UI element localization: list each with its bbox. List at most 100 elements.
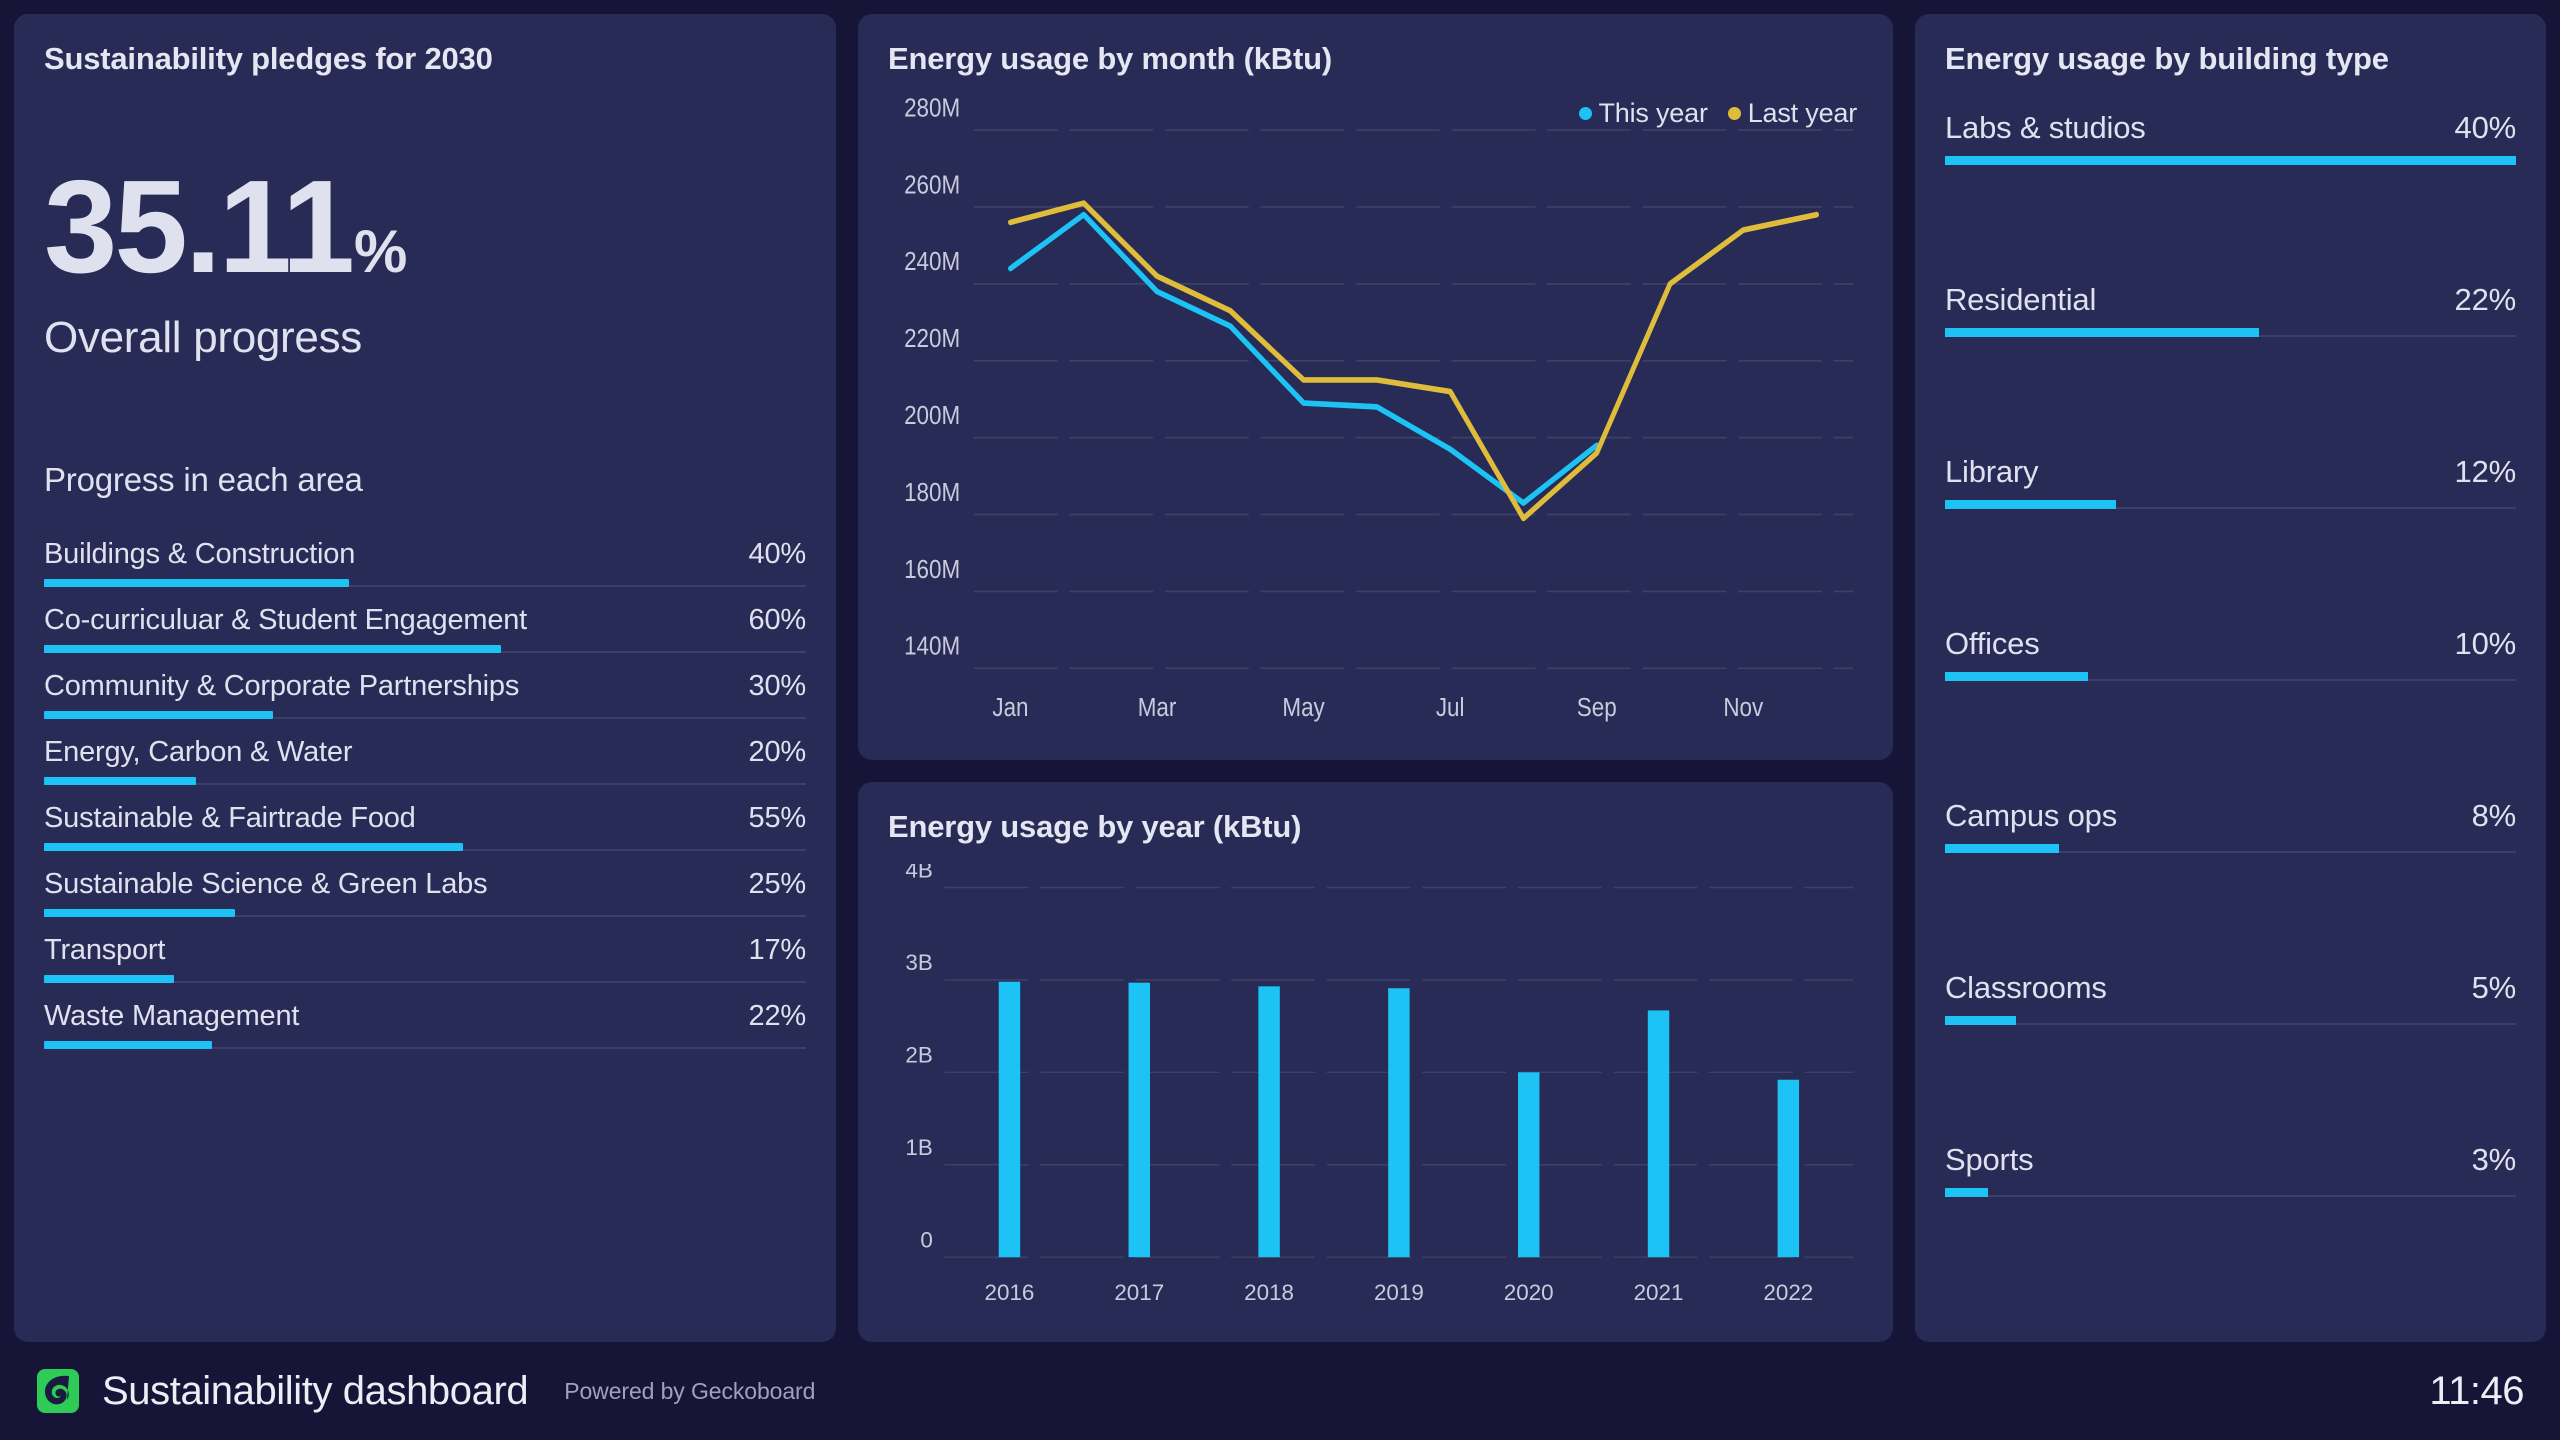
building-type-bar-track	[1945, 1016, 2516, 1025]
building-type-percent: 5%	[2472, 970, 2516, 1006]
x-axis-tick-label: Sep	[1577, 694, 1617, 723]
energy-by-year-chart: 01B2B3B4B2016201720182019202020212022	[888, 864, 1863, 1314]
pledge-row-head: Buildings & Construction40%	[44, 538, 806, 579]
progress-section-label: Progress in each area	[44, 461, 806, 499]
pledge-progress-fill	[44, 777, 196, 785]
pledge-percent: 40%	[749, 538, 806, 571]
pledge-label: Energy, Carbon & Water	[44, 736, 352, 769]
building-type-percent: 10%	[2455, 626, 2516, 662]
building-type-row: Campus ops 8%	[1945, 798, 2516, 970]
building-type-row: Sports3%	[1945, 1142, 2516, 1314]
page-title: Sustainability pledges for 2030	[44, 42, 806, 76]
pledge-row: Community & Corporate Partnerships30%	[44, 653, 806, 719]
y-axis-tick-label: 140M	[904, 632, 960, 661]
pledge-percent: 17%	[749, 934, 806, 967]
dashboard-footer: Sustainability dashboard Powered by Geck…	[14, 1342, 2546, 1440]
pledge-row: Co-curriculuar & Student Engagement 60%	[44, 587, 806, 653]
pledge-progress-fill	[44, 909, 235, 917]
building-type-label: Library	[1945, 454, 2038, 490]
building-type-percent: 22%	[2455, 282, 2516, 318]
bar	[999, 982, 1020, 1257]
building-type-percent: 40%	[2455, 110, 2516, 146]
x-axis-tick-label: 2018	[1244, 1280, 1294, 1305]
pledge-row-head: Waste Management22%	[44, 1000, 806, 1041]
y-axis-tick-label: 260M	[904, 171, 960, 200]
y-axis-tick-label: 180M	[904, 478, 960, 507]
building-type-percent: 12%	[2455, 454, 2516, 490]
pledge-label: Transport	[44, 934, 165, 967]
footer-clock: 11:46	[2429, 1369, 2524, 1414]
pledge-row: Energy, Carbon & Water 20%	[44, 719, 806, 785]
building-type-bar-track	[1945, 1188, 2516, 1197]
building-type-label: Campus ops	[1945, 798, 2117, 834]
x-axis-tick-label: Nov	[1723, 694, 1764, 723]
dashboard-root: Sustainability pledges for 2030 35.11 % …	[0, 0, 2560, 1440]
geckoboard-logo-icon	[34, 1367, 82, 1415]
y-axis-tick-label: 160M	[904, 555, 960, 584]
pledge-progress-track	[44, 975, 806, 983]
energy-by-building-type-card: Energy usage by building type Labs & stu…	[1915, 14, 2546, 1342]
pledge-percent: 55%	[749, 802, 806, 835]
pledge-label: Sustainable Science & Green Labs	[44, 868, 487, 901]
overall-progress-caption: Overall progress	[44, 313, 806, 363]
y-axis-tick-label: 240M	[904, 248, 960, 277]
pledge-progress-fill	[44, 579, 349, 587]
x-axis-tick-label: 2022	[1763, 1280, 1813, 1305]
pledge-progress-fill	[44, 843, 463, 851]
y-axis-tick-label: 200M	[904, 402, 960, 431]
bar	[1518, 1072, 1539, 1257]
pledge-label: Co-curriculuar & Student Engagement	[44, 604, 527, 637]
pledge-progress-track	[44, 843, 806, 851]
pledge-row: Sustainable Science & Green Labs25%	[44, 851, 806, 917]
building-type-row-head: Campus ops 8%	[1945, 798, 2516, 844]
pledge-progress-track	[44, 777, 806, 785]
line-chart-svg: 140M160M180M200M220M240M260M280MJanMarMa…	[888, 96, 1863, 732]
y-axis-tick-label: 0	[920, 1227, 932, 1252]
pledge-progress-track	[44, 711, 806, 719]
building-type-percent: 8%	[2472, 798, 2516, 834]
pledge-progress-track	[44, 1041, 806, 1049]
legend-color-dot	[1728, 107, 1741, 120]
building-type-row-head: Classrooms5%	[1945, 970, 2516, 1016]
line-series-this-year	[1010, 215, 1596, 503]
legend-label: Last year	[1748, 98, 1857, 129]
bar	[1129, 983, 1150, 1258]
building-type-row: Offices10%	[1945, 626, 2516, 798]
pledge-progress-track	[44, 909, 806, 917]
pledge-row-head: Co-curriculuar & Student Engagement 60%	[44, 604, 806, 645]
building-type-row-head: Sports3%	[1945, 1142, 2516, 1188]
building-type-bar-track	[1945, 500, 2516, 509]
building-type-row-head: Library 12%	[1945, 454, 2516, 500]
footer-powered-by: Powered by Geckoboard	[564, 1378, 815, 1405]
pledge-percent: 20%	[749, 736, 806, 769]
pledge-percent: 60%	[749, 604, 806, 637]
pledge-label: Sustainable & Fairtrade Food	[44, 802, 416, 835]
building-type-bar-track	[1945, 156, 2516, 165]
pledge-row-head: Energy, Carbon & Water 20%	[44, 736, 806, 777]
x-axis-tick-label: 2019	[1374, 1280, 1424, 1305]
overall-progress-metric: 35.11 %	[44, 168, 806, 287]
building-type-bar-fill	[1945, 500, 2116, 509]
pledge-row: Transport 17%	[44, 917, 806, 983]
bar	[1648, 1010, 1669, 1257]
bar-chart-svg: 01B2B3B4B2016201720182019202020212022	[888, 864, 1863, 1314]
building-type-row: Classrooms5%	[1945, 970, 2516, 1142]
pledge-row-head: Transport 17%	[44, 934, 806, 975]
pledge-row: Buildings & Construction40%	[44, 521, 806, 587]
pledge-row-head: Sustainable & Fairtrade Food 55%	[44, 802, 806, 843]
legend-color-dot	[1579, 107, 1592, 120]
pledge-progress-fill	[44, 711, 273, 719]
building-type-bar-fill	[1945, 1016, 2016, 1025]
pledge-progress-track	[44, 645, 806, 653]
energy-by-year-title: Energy usage by year (kBtu)	[888, 810, 1863, 844]
pledge-row-head: Community & Corporate Partnerships30%	[44, 670, 806, 711]
overall-progress-value: 35.11	[44, 168, 352, 287]
y-axis-tick-label: 4B	[905, 864, 932, 883]
building-type-bar-fill	[1945, 844, 2059, 853]
building-type-row: Residential22%	[1945, 282, 2516, 454]
pledge-label: Community & Corporate Partnerships	[44, 670, 519, 703]
pledge-row: Sustainable & Fairtrade Food 55%	[44, 785, 806, 851]
building-type-row-head: Labs & studios40%	[1945, 110, 2516, 156]
bar	[1258, 986, 1279, 1257]
legend-label: This year	[1599, 98, 1708, 129]
